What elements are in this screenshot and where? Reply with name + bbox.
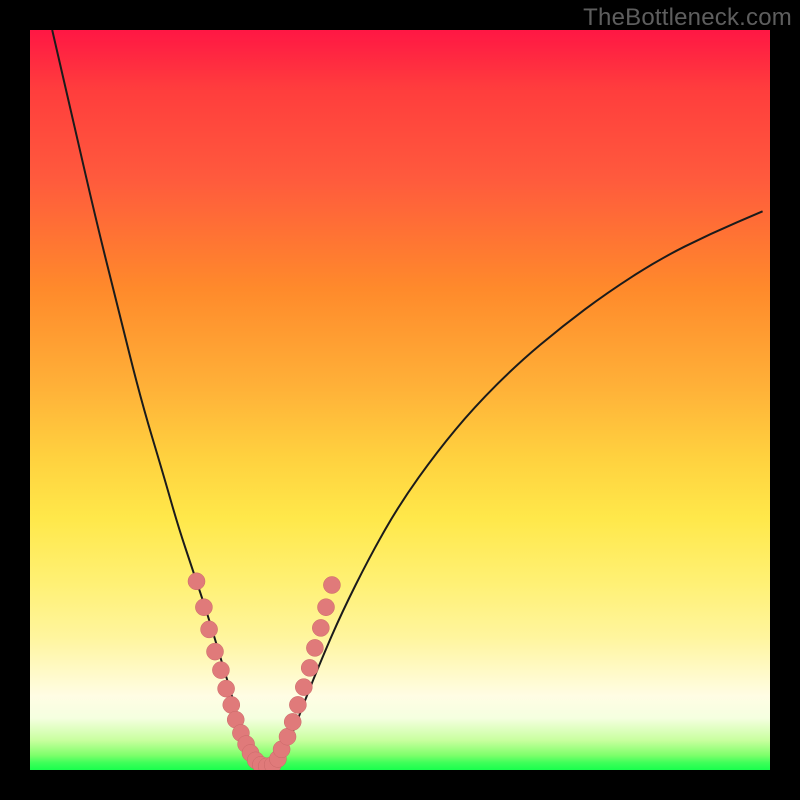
marker-point: [306, 639, 323, 656]
marker-point: [201, 621, 218, 638]
chart-frame: TheBottleneck.com: [0, 0, 800, 800]
marker-point: [218, 680, 235, 697]
marker-point: [284, 713, 301, 730]
marker-point: [223, 696, 240, 713]
marker-point: [318, 599, 335, 616]
marker-cluster: [188, 573, 340, 770]
curve-left-branch: [52, 30, 259, 766]
marker-point: [323, 577, 340, 594]
marker-point: [207, 643, 224, 660]
marker-point: [188, 573, 205, 590]
plot-area: [30, 30, 770, 770]
marker-point: [212, 662, 229, 679]
curve-right-branch: [274, 211, 762, 766]
curve-svg: [30, 30, 770, 770]
watermark-text: TheBottleneck.com: [583, 4, 792, 32]
marker-point: [279, 728, 296, 745]
marker-point: [295, 679, 312, 696]
marker-point: [312, 619, 329, 636]
marker-point: [301, 659, 318, 676]
marker-point: [289, 696, 306, 713]
marker-point: [195, 599, 212, 616]
